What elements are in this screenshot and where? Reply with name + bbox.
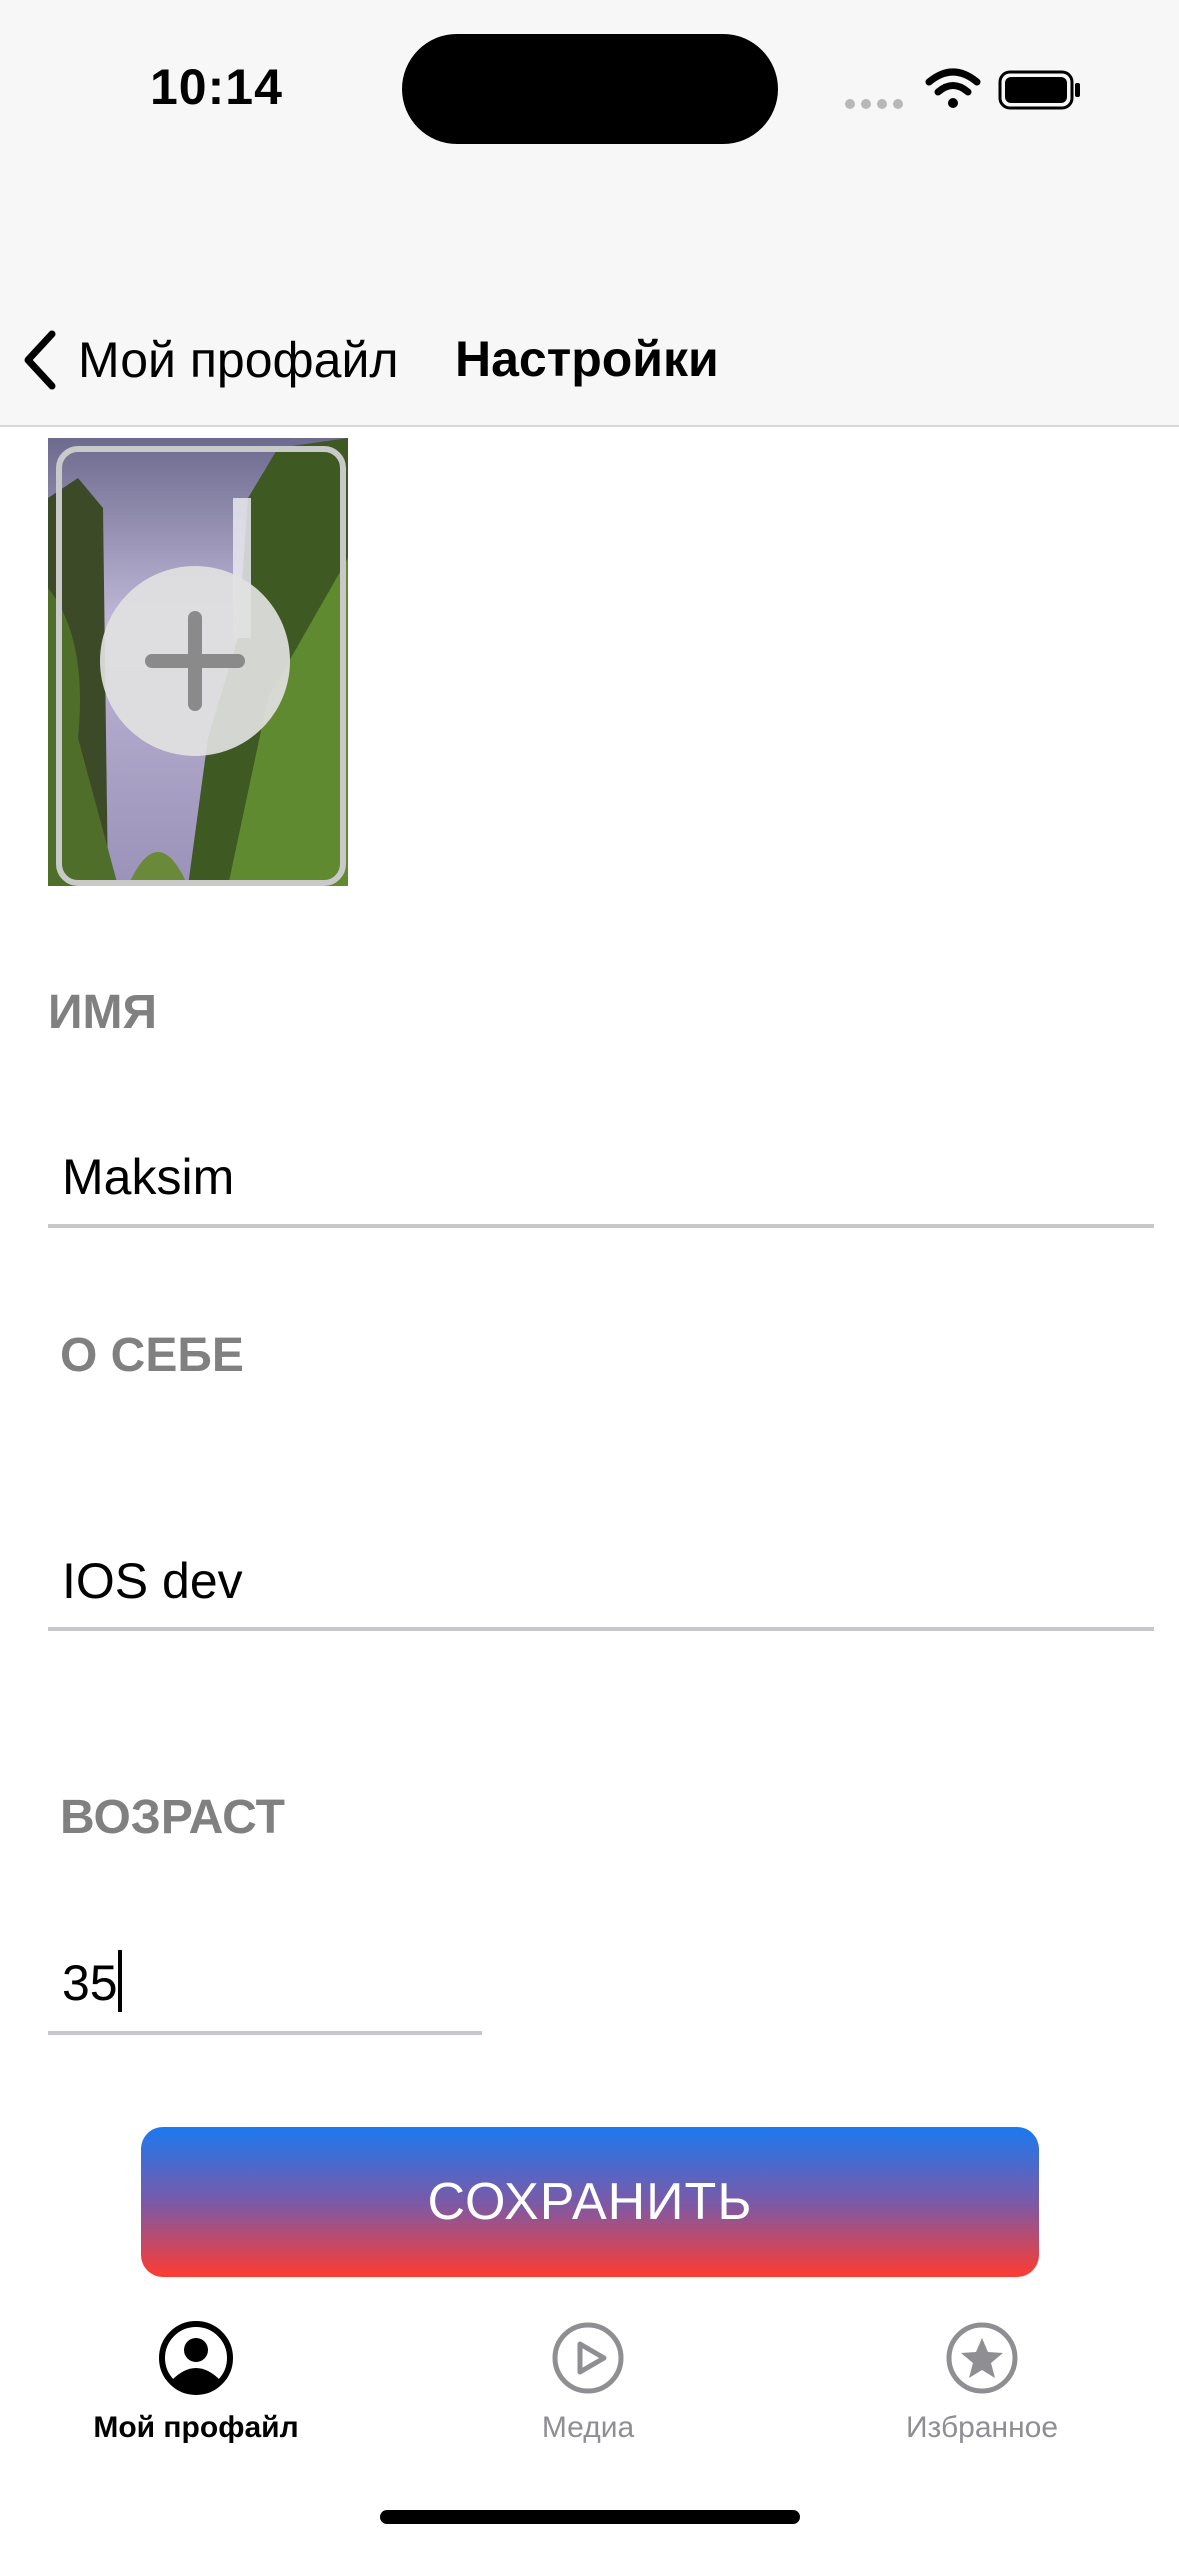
tab-label: Мой профайл (93, 2411, 299, 2444)
navigation-bar: 10:14 Мой профайл Настройки (0, 0, 1179, 427)
status-time: 10:14 (150, 59, 283, 115)
tab-favorites[interactable]: Избранное (832, 2320, 1132, 2445)
save-button[interactable]: СОХРАНИТЬ (141, 2127, 1039, 2277)
signal-icon (845, 96, 909, 114)
about-label: О СЕБЕ (60, 1329, 244, 1382)
home-indicator (380, 2510, 800, 2524)
plus-icon (145, 611, 245, 711)
back-button[interactable]: Мой профайл (22, 330, 399, 390)
play-circle-icon (552, 2322, 624, 2394)
about-field[interactable]: IOS dev (62, 1552, 243, 1610)
chevron-left-icon (24, 330, 56, 390)
wifi-icon (925, 68, 981, 108)
back-label: Мой профайл (78, 332, 399, 388)
dynamic-island (402, 34, 778, 144)
tab-media[interactable]: Медиа (438, 2320, 738, 2445)
person-circle-icon (159, 2321, 233, 2395)
tab-my-profile[interactable]: Мой профайл (46, 2320, 346, 2445)
name-underline (48, 1224, 1154, 1228)
age-label: ВОЗРАСТ (60, 1791, 285, 1844)
about-underline (48, 1627, 1154, 1631)
battery-icon (998, 70, 1080, 110)
add-photo-button[interactable] (100, 566, 290, 756)
tab-label: Медиа (541, 2411, 635, 2444)
age-underline (48, 2031, 482, 2035)
text-cursor (118, 1950, 122, 2012)
age-field[interactable]: 35 (62, 1954, 118, 2012)
page-title: Настройки (455, 331, 719, 387)
name-field[interactable]: Maksim (62, 1148, 234, 1206)
star-circle-icon (946, 2322, 1018, 2394)
name-label: ИМЯ (48, 986, 157, 1039)
profile-photo[interactable] (48, 438, 348, 886)
tab-label: Избранное (905, 2411, 1059, 2444)
